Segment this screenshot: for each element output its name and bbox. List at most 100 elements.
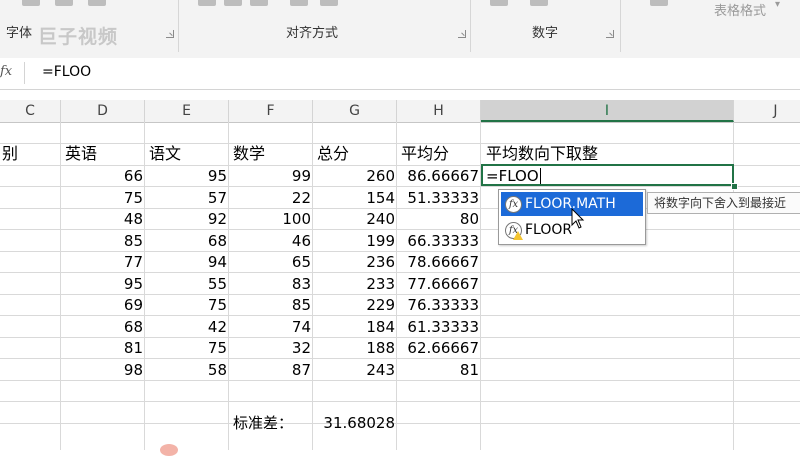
fill-color-icon[interactable] [55,0,73,6]
data-cell-english[interactable]: 98 [61,359,143,381]
text-caret [540,168,541,184]
data-cell-avg[interactable]: 81 [397,359,479,381]
column-header-g[interactable]: G [313,100,397,122]
formula-input[interactable]: =FLOO [42,64,91,80]
data-cell-math[interactable]: 99 [229,165,311,187]
data-cell-english[interactable]: 68 [61,316,143,338]
data-cell-total[interactable]: 184 [313,316,395,338]
align-right-icon[interactable] [250,0,268,6]
data-cell-english[interactable]: 48 [61,208,143,230]
active-cell-text[interactable]: =FLOO [486,166,539,186]
data-cell-total[interactable]: 240 [313,208,395,230]
header-cell-average[interactable]: 平均分 [401,143,449,165]
ribbon-separator [470,0,471,52]
warning-icon [513,231,523,240]
data-cell-avg[interactable]: 66.33333 [397,230,479,252]
data-cell-math[interactable]: 83 [229,273,311,295]
data-cell-avg[interactable]: 51.33333 [397,187,479,209]
data-cell-math[interactable]: 85 [229,294,311,316]
data-cell-math[interactable]: 65 [229,251,311,273]
autocomplete-item-label: FLOOR [525,222,573,238]
data-cell-avg[interactable]: 86.66667 [397,165,479,187]
number-group-label: 数字 [532,26,559,41]
data-cell-math[interactable]: 74 [229,316,311,338]
header-cell-math[interactable]: 数学 [233,143,265,165]
font-launcher-icon[interactable] [166,30,174,38]
percent-icon[interactable] [530,0,548,6]
data-cell-chinese[interactable]: 55 [145,273,227,295]
data-cell-total[interactable]: 188 [313,337,395,359]
data-cell-english[interactable]: 77 [61,251,143,273]
data-cell-math[interactable]: 100 [229,208,311,230]
data-cell-math[interactable]: 22 [229,187,311,209]
data-cell-total[interactable]: 229 [313,294,395,316]
font-color-icon[interactable] [22,0,40,6]
data-cell-english[interactable]: 75 [61,187,143,209]
column-header-h[interactable]: H [397,100,481,122]
data-cell-avg[interactable]: 77.66667 [397,273,479,295]
std-dev-value[interactable]: 31.68028 [313,412,395,434]
data-cell-chinese[interactable]: 92 [145,208,227,230]
data-cell-math[interactable]: 46 [229,230,311,252]
column-header-i[interactable]: I [481,100,734,122]
data-cell-english[interactable]: 66 [61,165,143,187]
data-cell-total[interactable]: 243 [313,359,395,381]
column-header-f[interactable]: F [229,100,313,122]
function-tooltip: 将数字向下舍入到最接近 [647,192,800,214]
indent-icon[interactable] [290,0,308,6]
merge-icon[interactable] [320,0,338,6]
header-cell-c[interactable]: 别 [2,143,18,165]
header-cell-chinese[interactable]: 语文 [149,143,181,165]
header-cell-average-floor[interactable]: 平均数向下取整 [486,143,598,165]
data-cell-chinese[interactable]: 68 [145,230,227,252]
fill-handle[interactable] [731,183,738,190]
recording-indicator-icon [160,444,178,456]
data-cell-english[interactable]: 81 [61,337,143,359]
alignment-launcher-icon[interactable] [458,30,466,38]
data-cell-avg[interactable]: 78.66667 [397,251,479,273]
mouse-cursor-icon [571,208,585,229]
data-cell-english[interactable]: 69 [61,294,143,316]
insert-function-icon[interactable]: fx [0,64,16,79]
data-cell-chinese[interactable]: 57 [145,187,227,209]
column-header-j[interactable]: J [734,100,800,122]
data-cell-avg[interactable]: 76.33333 [397,294,479,316]
format-as-table-button[interactable]: 表格格式 [714,0,766,19]
ribbon-separator [178,0,179,52]
chevron-down-icon[interactable]: ▾ [775,0,780,10]
data-cell-total[interactable]: 199 [313,230,395,252]
data-cell-english[interactable]: 85 [61,230,143,252]
font-size-icon[interactable] [88,0,106,6]
data-cell-chinese[interactable]: 94 [145,251,227,273]
data-cell-chinese[interactable]: 75 [145,337,227,359]
data-cell-total[interactable]: 236 [313,251,395,273]
data-cell-math[interactable]: 87 [229,359,311,381]
data-cell-avg[interactable]: 62.66667 [397,337,479,359]
column-header-c[interactable]: C [0,100,61,122]
ribbon-separator [620,0,621,52]
conditional-format-icon[interactable] [650,0,668,6]
data-cell-english[interactable]: 95 [61,273,143,295]
data-cell-avg[interactable]: 61.33333 [397,316,479,338]
header-cell-total[interactable]: 总分 [317,143,349,165]
std-dev-label[interactable]: 标准差： [233,412,293,434]
data-cell-avg[interactable]: 80 [397,208,479,230]
data-cell-chinese[interactable]: 42 [145,316,227,338]
column-header-e[interactable]: E [145,100,229,122]
data-cell-total[interactable]: 260 [313,165,395,187]
data-cell-math[interactable]: 32 [229,337,311,359]
function-icon: fx [505,196,522,213]
gridline [0,401,800,402]
align-center-icon[interactable] [224,0,242,6]
font-group-label: 字体 [6,26,33,41]
currency-icon[interactable] [490,0,508,6]
data-cell-total[interactable]: 154 [313,187,395,209]
number-launcher-icon[interactable] [606,30,614,38]
align-left-icon[interactable] [198,0,216,6]
data-cell-chinese[interactable]: 58 [145,359,227,381]
data-cell-chinese[interactable]: 75 [145,294,227,316]
column-header-d[interactable]: D [61,100,145,122]
header-cell-english[interactable]: 英语 [65,143,97,165]
data-cell-chinese[interactable]: 95 [145,165,227,187]
data-cell-total[interactable]: 233 [313,273,395,295]
